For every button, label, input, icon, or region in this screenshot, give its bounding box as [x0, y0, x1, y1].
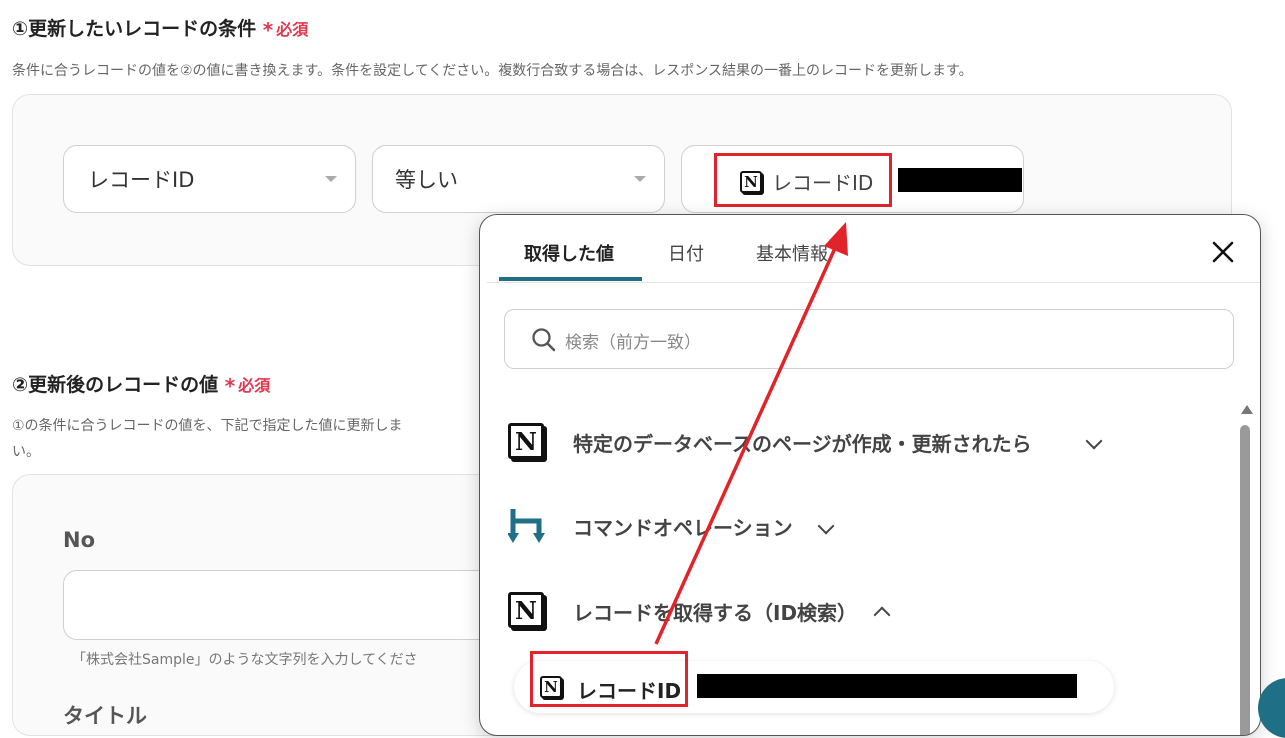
- required-text: 必須: [238, 376, 271, 395]
- section2-description-line2: い。: [12, 444, 40, 460]
- field-label-title: タイトル: [63, 704, 147, 728]
- annotation-highlight-box: [530, 651, 688, 707]
- section1-title: ①更新したいレコードの条件 * 必須: [12, 14, 308, 42]
- required-badge: * 必須: [262, 18, 309, 42]
- search-input[interactable]: 検索（前方一致）: [504, 309, 1234, 369]
- tab-divider: [487, 282, 1260, 283]
- notion-icon: N: [508, 592, 544, 628]
- field-select-value: レコードID: [88, 168, 195, 192]
- redacted-value: [898, 168, 1022, 192]
- section1-description: 条件に合うレコードの値を②の値に書き換えます。条件を設定してください。複数行合致…: [12, 63, 973, 79]
- field-select[interactable]: レコードID: [63, 145, 356, 213]
- redacted-value: [697, 674, 1077, 698]
- tab-acquired-values[interactable]: 取得した値: [524, 240, 614, 266]
- search-icon: [532, 328, 556, 352]
- required-badge: * 必須: [224, 374, 271, 398]
- no-hint: 「株式会社Sample」のような文字列を入力してくださ: [72, 652, 418, 668]
- section2-title-text: ②更新後のレコードの値: [12, 374, 219, 396]
- chevron-up-icon[interactable]: [873, 606, 891, 624]
- section2-title: ②更新後のレコードの値 * 必須: [12, 370, 270, 398]
- annotation-highlight-box: [714, 153, 892, 207]
- operator-select[interactable]: 等しい: [372, 145, 665, 213]
- scroll-up-arrow[interactable]: [1241, 405, 1253, 414]
- active-tab-indicator: [499, 277, 642, 281]
- command-operation-icon: [508, 509, 545, 543]
- section2-description-line1: ①の条件に合うレコードの値を、下記で指定した値に更新しま: [12, 418, 403, 434]
- operator-select-value: 等しい: [395, 168, 458, 192]
- required-text: 必須: [276, 20, 309, 39]
- chevron-down-icon: [634, 176, 646, 182]
- chevron-down-icon: [325, 176, 337, 182]
- notion-icon: N: [508, 423, 544, 459]
- field-label-no: No: [63, 528, 96, 552]
- help-fab[interactable]: [1258, 678, 1285, 738]
- value-picker-popup: 取得した値 日付 基本情報 検索（前方一致） N 特定のデータベースのページが作…: [479, 214, 1261, 736]
- close-icon[interactable]: [1212, 241, 1234, 263]
- chevron-down-icon[interactable]: [1085, 432, 1103, 450]
- section1-title-text: ①更新したいレコードの条件: [12, 18, 257, 40]
- scrollbar-thumb[interactable]: [1240, 425, 1250, 735]
- annotation-arrow: [654, 222, 848, 645]
